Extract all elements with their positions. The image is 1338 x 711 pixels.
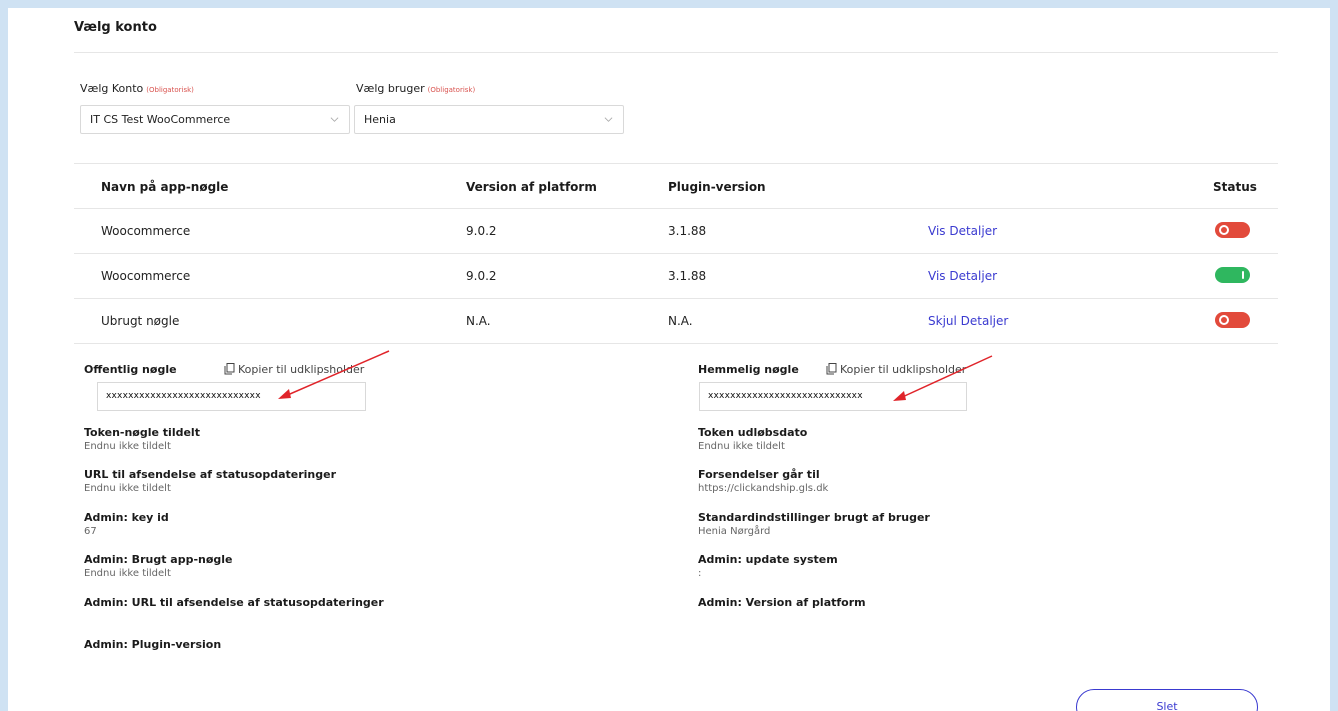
row-1-platform: 9.0.2 xyxy=(466,224,497,238)
section-title: Vælg konto xyxy=(74,20,157,35)
detail-default-settings-value: Henia Nørgård xyxy=(698,526,771,537)
detail-default-settings-label: Standardindstillinger brugt af bruger xyxy=(698,511,930,524)
detail-status-url-value: Endnu ikke tildelt xyxy=(84,483,171,494)
column-header-platform: Version af platform xyxy=(466,180,597,194)
divider xyxy=(74,52,1278,53)
row-1-plugin: 3.1.88 xyxy=(668,224,707,238)
user-label: Vælg bruger (Obligatorisk) xyxy=(356,82,475,95)
row-3-platform: N.A. xyxy=(466,314,491,328)
table-header-border xyxy=(74,208,1278,209)
chevron-down-icon xyxy=(330,117,339,122)
detail-admin-plugin-version-label: Admin: Plugin-version xyxy=(84,638,222,651)
detail-admin-key-id-label: Admin: key id xyxy=(84,511,169,524)
delete-button[interactable]: Slet xyxy=(1076,689,1258,711)
row-1-name: Woocommerce xyxy=(101,224,191,238)
column-header-status: Status xyxy=(1213,180,1257,194)
detail-admin-key-id-value: 67 xyxy=(84,526,97,537)
secret-key-label: Hemmelig nøgle xyxy=(698,363,799,376)
user-label-text: Vælg bruger xyxy=(356,82,425,95)
account-select[interactable]: IT CS Test WooCommerce xyxy=(80,105,350,134)
detail-token-assigned-label: Token-nøgle tildelt xyxy=(84,426,200,439)
public-key-label: Offentlig nøgle xyxy=(84,363,177,376)
detail-shipments-to-value: https://clickandship.gls.dk xyxy=(698,483,829,494)
chevron-down-icon xyxy=(604,117,613,122)
detail-admin-update-system-label: Admin: update system xyxy=(698,553,838,566)
row-2-details-link[interactable]: Vis Detaljer xyxy=(928,269,997,283)
column-header-name: Navn på app-nøgle xyxy=(101,180,229,194)
row-3-status-toggle[interactable] xyxy=(1215,312,1250,328)
detail-admin-status-url-label: Admin: URL til afsendelse af statusopdat… xyxy=(84,596,384,609)
copy-icon xyxy=(224,363,235,375)
annotation-arrow-icon xyxy=(278,350,390,399)
detail-token-assigned-value: Endnu ikke tildelt xyxy=(84,441,171,452)
account-required: (Obligatorisk) xyxy=(146,86,194,94)
user-required: (Obligatorisk) xyxy=(427,86,476,94)
table-top-border xyxy=(74,163,1278,164)
user-select[interactable]: Henia xyxy=(354,105,624,134)
column-header-plugin: Plugin-version xyxy=(668,180,766,194)
detail-admin-used-key-value: Endnu ikke tildelt xyxy=(84,568,171,579)
detail-status-url-label: URL til afsendelse af statusopdateringer xyxy=(84,468,336,481)
detail-token-expiry-label: Token udløbsdato xyxy=(698,426,808,439)
user-select-value: Henia xyxy=(364,113,396,126)
row-1-status-toggle[interactable] xyxy=(1215,222,1250,238)
row-3-plugin: N.A. xyxy=(668,314,693,328)
detail-shipments-to-label: Forsendelser går til xyxy=(698,468,820,481)
row-divider xyxy=(74,253,1278,254)
account-select-value: IT CS Test WooCommerce xyxy=(90,113,231,126)
detail-admin-used-key-label: Admin: Brugt app-nøgle xyxy=(84,553,233,566)
row-1-details-link[interactable]: Vis Detaljer xyxy=(928,224,997,238)
row-2-plugin: 3.1.88 xyxy=(668,269,707,283)
detail-token-expiry-value: Endnu ikke tildelt xyxy=(698,441,785,452)
copy-icon xyxy=(826,363,837,375)
row-2-name: Woocommerce xyxy=(101,269,191,283)
row-3-details-link[interactable]: Skjul Detaljer xyxy=(928,314,1008,328)
row-2-status-toggle[interactable] xyxy=(1215,267,1250,283)
row-divider xyxy=(74,343,1278,344)
detail-admin-platform-version-label: Admin: Version af platform xyxy=(698,596,866,609)
account-label: Vælg Konto (Obligatorisk) xyxy=(80,82,194,95)
annotation-arrow-icon xyxy=(893,355,993,401)
row-divider xyxy=(74,298,1278,299)
page-panel: Vælg konto Vælg Konto (Obligatorisk) IT C… xyxy=(8,8,1330,711)
detail-admin-update-system-value: : xyxy=(698,568,702,579)
account-label-text: Vælg Konto xyxy=(80,82,144,95)
row-3-name: Ubrugt nøgle xyxy=(101,314,180,328)
row-2-platform: 9.0.2 xyxy=(466,269,497,283)
